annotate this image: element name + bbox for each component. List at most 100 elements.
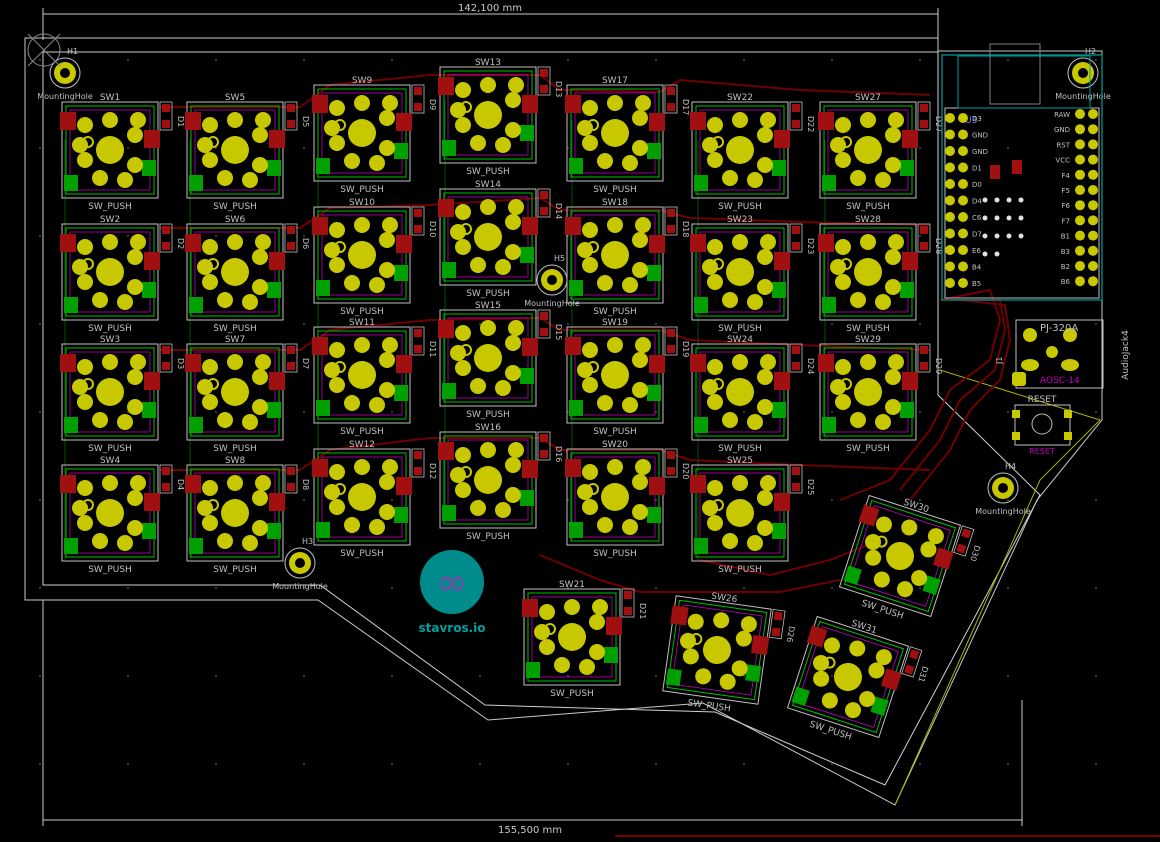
controller-smd-pad <box>990 165 1000 179</box>
switch-pad <box>592 599 608 615</box>
controller-pin-label: F4 <box>1062 172 1071 180</box>
switch-value: SW_PUSH <box>718 444 762 454</box>
diode-ref: D18 <box>681 221 690 237</box>
controller-pin-pad <box>1088 185 1098 195</box>
via <box>982 251 988 257</box>
diode-pad <box>162 362 170 370</box>
switch-pad <box>850 170 866 186</box>
via <box>994 197 1000 203</box>
via <box>982 233 988 239</box>
switch-fab-pad <box>267 523 281 539</box>
diode-pad <box>920 242 928 250</box>
diode-ref: D6 <box>301 238 310 249</box>
switch-sw24: SW24 SW_PUSH D24 <box>690 335 815 454</box>
switch-pad <box>324 484 340 500</box>
switch-pad <box>329 257 345 273</box>
switch-pad <box>252 399 268 415</box>
controller-pin-pad <box>958 146 968 156</box>
switch-pad <box>130 112 146 128</box>
switch-pad <box>379 382 395 398</box>
switch-center-hole <box>221 499 249 527</box>
switch-smd-pad <box>438 199 454 217</box>
switch-pad <box>632 382 648 398</box>
switch-pad <box>354 337 370 353</box>
via <box>1018 197 1024 203</box>
switch-fab-pad <box>822 175 836 191</box>
controller-pin-pad <box>1075 261 1085 271</box>
switch-pad <box>480 199 496 215</box>
switch-smd-pad <box>60 354 76 372</box>
switch-ref: SW22 <box>727 93 753 103</box>
via <box>994 251 1000 257</box>
switch-pad <box>732 234 748 250</box>
switch-pad <box>577 120 593 136</box>
diode-pad <box>920 346 928 354</box>
diode-pad <box>667 103 675 111</box>
switch-smd-pad <box>438 320 454 338</box>
switch-pad <box>830 137 846 153</box>
switch-pad <box>622 155 638 171</box>
diode-pad <box>287 467 295 475</box>
diode-ref: D10 <box>428 221 437 237</box>
switch-pad <box>130 234 146 250</box>
diode-ref: D1 <box>176 116 185 127</box>
switch-pad <box>582 377 598 393</box>
switch-pad <box>470 135 486 151</box>
switch-ref: SW19 <box>602 318 628 328</box>
switch-sw10: SW10 SW_PUSH D10 <box>312 198 437 317</box>
switch-fab-pad <box>900 402 914 418</box>
switch-pad <box>582 100 598 116</box>
switch-smd-pad <box>690 112 706 130</box>
mounting-hole-value: MountingHole <box>272 582 328 591</box>
switch-value: SW_PUSH <box>846 324 890 334</box>
switch-fab-pad <box>772 160 786 176</box>
switch-ref: SW7 <box>225 335 245 345</box>
diode-d3: D3 <box>159 343 185 373</box>
switch-pad <box>495 380 511 396</box>
controller-pin-label: B4 <box>972 264 982 272</box>
mounting-hole-value: MountingHole <box>37 92 93 101</box>
switch-smd-pad <box>396 113 412 131</box>
switch-fab-pad <box>394 507 408 523</box>
switch-fab-pad <box>442 140 456 156</box>
switch-fab-pad <box>772 523 786 539</box>
controller-pin-pad <box>1075 245 1085 256</box>
switch-ref: SW20 <box>602 440 628 450</box>
switch-pad <box>379 504 395 520</box>
switch-pad <box>821 692 838 709</box>
diode-pad <box>540 434 548 442</box>
controller-pin-pad <box>1075 276 1085 287</box>
switch-fab-pad <box>694 297 708 313</box>
switch-center-hole <box>854 258 882 286</box>
switch-pad <box>369 277 385 293</box>
pcb-canvas: 142,100 mm 155,500 mm SW1 SW_PUSH D1 SW2 SW_… <box>24 3 1160 837</box>
switch-pad <box>217 170 233 186</box>
switch-center-hole <box>96 378 124 406</box>
diode-ref: D20 <box>681 463 690 479</box>
switch-ref: SW24 <box>727 335 753 345</box>
switch-value: SW_PUSH <box>213 202 257 212</box>
switch-pad <box>875 414 891 430</box>
switch-ref: SW23 <box>727 215 753 225</box>
switch-pad <box>329 377 345 393</box>
switch-center-hole <box>601 361 629 389</box>
diode-pad <box>162 346 170 354</box>
switch-ref: SW5 <box>225 93 245 103</box>
mounting-hole-h1: H1 MountingHole <box>37 47 93 101</box>
switch-sw17: SW17 SW_PUSH D17 <box>565 76 690 195</box>
switch-smd-pad <box>750 634 770 655</box>
switch-center-hole <box>96 136 124 164</box>
switch-fab-pad <box>900 160 914 176</box>
switch-pad <box>632 504 648 520</box>
switch-fab-pad <box>791 686 810 707</box>
switch-pad <box>379 232 395 248</box>
switch-smd-pad <box>649 355 665 373</box>
controller-pin-pad <box>1088 230 1098 241</box>
switch-pad <box>579 659 595 675</box>
switch-pad <box>835 239 851 255</box>
switch-pad <box>722 533 738 549</box>
diode-ref: D24 <box>806 358 815 374</box>
switch-pad <box>888 112 904 128</box>
switch-center-hole <box>726 499 754 527</box>
switch-pad <box>554 657 570 673</box>
